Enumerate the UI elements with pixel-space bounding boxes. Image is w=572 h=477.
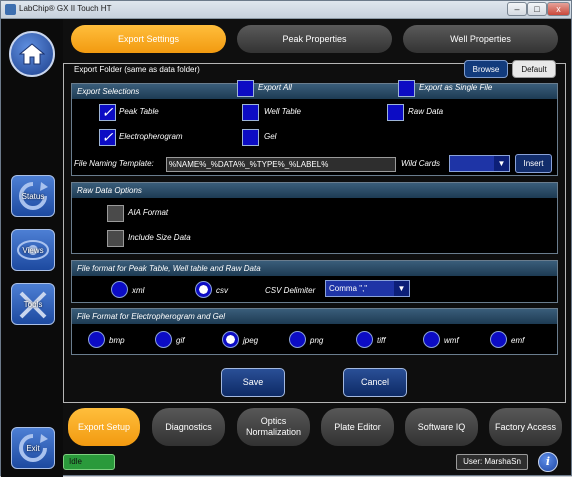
csv-label: csv [216, 286, 228, 295]
image-file-format-section: File Format for Electropherogram and Gel [71, 308, 558, 355]
window-title: LabChip® GX II Touch HT [19, 4, 112, 13]
table-file-format-section: File format for Peak Table, Well table a… [71, 260, 558, 303]
minimize-button[interactable]: – [507, 2, 527, 16]
tools-button[interactable]: Tools [11, 283, 55, 325]
default-button[interactable]: Default [512, 60, 556, 78]
png-label: png [310, 336, 324, 345]
wild-cards-label: Wild Cards [401, 159, 441, 168]
csv-radio[interactable] [195, 281, 212, 298]
aia-format-checkbox[interactable] [107, 205, 124, 222]
include-size-checkbox[interactable] [107, 230, 124, 247]
export-single-file-label: Export as Single File [419, 83, 493, 92]
csv-delimiter-dropdown[interactable]: Comma "," ▼ [325, 280, 410, 297]
export-all-checkbox[interactable] [237, 80, 254, 97]
raw-data-options-header: Raw Data Options [72, 183, 557, 198]
well-table-checkbox[interactable] [242, 104, 259, 121]
close-button[interactable]: x [547, 2, 570, 16]
home-button[interactable] [9, 31, 55, 77]
jpeg-label: jpeg [243, 336, 259, 345]
export-single-file-checkbox[interactable] [398, 80, 415, 97]
views-button-label: Views [22, 245, 44, 255]
tiff-radio[interactable] [356, 331, 373, 348]
wild-cards-dropdown[interactable]: ▼ [449, 155, 510, 172]
info-icon[interactable]: i [538, 452, 558, 472]
raw-data-checkbox[interactable] [387, 104, 404, 121]
status-badge: Idle [63, 454, 115, 470]
gif-radio[interactable] [155, 331, 172, 348]
csv-delimiter-label: CSV Delimiter [265, 286, 316, 295]
jpeg-radio[interactable] [222, 331, 239, 348]
maximize-button[interactable]: □ [527, 2, 547, 16]
cancel-button[interactable]: Cancel [343, 368, 407, 397]
csv-delimiter-value: Comma "," [329, 284, 368, 293]
exit-button[interactable]: Exit [11, 427, 55, 469]
save-button[interactable]: Save [221, 368, 285, 397]
gel-checkbox[interactable] [242, 129, 259, 146]
raw-data-label: Raw Data [408, 107, 444, 116]
chevron-down-icon: ▼ [394, 281, 409, 296]
png-radio[interactable] [289, 331, 306, 348]
wmf-label: wmf [444, 336, 459, 345]
tiff-label: tiff [377, 336, 386, 345]
exit-button-label: Exit [26, 443, 40, 453]
tab-diagnostics[interactable]: Diagnostics [152, 408, 225, 446]
sidebar: Status Views Tools Exit [1, 19, 63, 477]
electropherogram-label: Electropherogram [119, 132, 183, 141]
bmp-radio[interactable] [88, 331, 105, 348]
xml-label: xml [132, 286, 145, 295]
tab-export-settings[interactable]: Export Settings [71, 25, 226, 53]
electropherogram-checkbox[interactable]: ✓ [99, 129, 116, 146]
peak-table-checkbox[interactable]: ✓ [99, 104, 116, 121]
well-table-label: Well Table [264, 107, 301, 116]
gel-label: Gel [264, 132, 277, 141]
app-icon [5, 4, 16, 15]
image-file-format-header: File Format for Electropherogram and Gel [72, 309, 557, 324]
xml-radio[interactable] [111, 281, 128, 298]
file-naming-label: File Naming Template: [74, 159, 154, 168]
home-icon [19, 43, 45, 65]
app-window: LabChip® GX II Touch HT – □ x Status Vie… [0, 0, 572, 477]
emf-label: emf [511, 336, 525, 345]
chevron-down-icon: ▼ [494, 156, 509, 171]
file-naming-input[interactable]: %NAME%_%DATA%_%TYPE%_%LABEL% [166, 157, 396, 172]
user-indicator: User: MarshaSn [456, 454, 528, 470]
tab-well-properties[interactable]: Well Properties [403, 25, 558, 53]
peak-table-label: Peak Table [119, 107, 159, 116]
wmf-radio[interactable] [423, 331, 440, 348]
aia-format-label: AIA Format [128, 208, 169, 217]
title-bar: LabChip® GX II Touch HT – □ x [1, 1, 571, 19]
bmp-label: bmp [109, 336, 125, 345]
tab-peak-properties[interactable]: Peak Properties [237, 25, 392, 53]
status-button-label: Status [21, 191, 45, 201]
browse-button[interactable]: Browse [464, 60, 508, 78]
tab-software-iq[interactable]: Software IQ [405, 408, 478, 446]
status-button[interactable]: Status [11, 175, 55, 217]
insert-button[interactable]: Insert [515, 154, 552, 173]
export-folder-label: Export Folder (same as data folder) [74, 65, 200, 74]
tab-factory-access[interactable]: Factory Access [489, 408, 562, 446]
tab-export-setup[interactable]: Export Setup [68, 408, 140, 446]
raw-data-options-section: Raw Data Options [71, 182, 558, 254]
include-size-label: Include Size Data [128, 233, 191, 242]
gif-label: gif [176, 336, 185, 345]
export-all-label: Export All [258, 83, 292, 92]
tab-optics-normalization[interactable]: Optics Normalization [237, 408, 310, 446]
views-button[interactable]: Views [11, 229, 55, 271]
table-file-format-header: File format for Peak Table, Well table a… [72, 261, 557, 276]
tab-plate-editor[interactable]: Plate Editor [321, 408, 394, 446]
tools-button-label: Tools [23, 299, 43, 309]
emf-radio[interactable] [490, 331, 507, 348]
